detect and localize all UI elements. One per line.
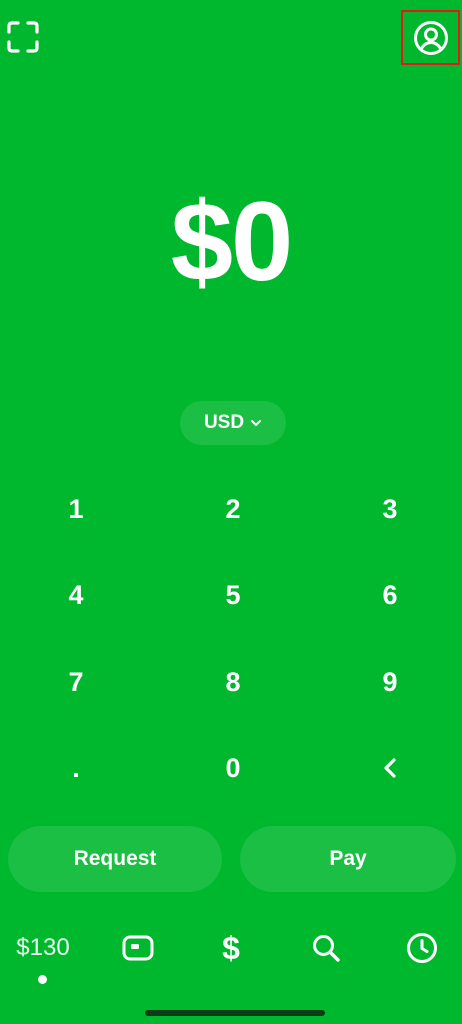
nav-balance-tab[interactable]: $130 [6, 928, 80, 968]
clock-icon [405, 931, 439, 965]
key-4[interactable]: 4 [21, 552, 131, 638]
search-icon [310, 932, 342, 964]
pay-button[interactable]: Pay [240, 826, 456, 892]
currency-label: USD [203, 412, 245, 433]
active-tab-indicator [38, 975, 47, 984]
key-decimal[interactable]: . [21, 725, 131, 811]
backspace-button[interactable] [335, 725, 445, 811]
key-2[interactable]: 2 [178, 466, 288, 552]
amount-display: $0 [170, 179, 294, 304]
currency-selector[interactable]: USD [180, 401, 286, 445]
cash-app-screen: $0 USD 1 2 3 4 5 6 7 8 9 . 0 Request Pay… [0, 0, 462, 1024]
key-5[interactable]: 5 [178, 552, 288, 638]
chevron-down-icon [250, 418, 262, 428]
scan-icon [6, 20, 40, 54]
nav-activity-tab[interactable] [400, 928, 444, 968]
scan-button[interactable] [6, 20, 40, 54]
request-button[interactable]: Request [8, 826, 222, 892]
card-icon [121, 933, 155, 963]
dollar-icon: $ [222, 929, 240, 966]
nav-dollar-tab[interactable]: $ [209, 928, 253, 968]
key-7[interactable]: 7 [21, 639, 131, 725]
bottom-nav: $130 $ [0, 920, 462, 984]
key-8[interactable]: 8 [178, 639, 288, 725]
key-3[interactable]: 3 [335, 466, 445, 552]
key-6[interactable]: 6 [335, 552, 445, 638]
home-indicator [145, 1010, 325, 1016]
key-0[interactable]: 0 [178, 725, 288, 811]
chevron-left-icon [380, 756, 400, 780]
nav-card-tab[interactable] [116, 928, 160, 968]
profile-button[interactable] [401, 10, 460, 65]
keypad: 1 2 3 4 5 6 7 8 9 . 0 [0, 466, 462, 812]
profile-icon [413, 20, 449, 56]
key-9[interactable]: 9 [335, 639, 445, 725]
nav-search-tab[interactable] [304, 928, 348, 968]
key-1[interactable]: 1 [21, 466, 131, 552]
